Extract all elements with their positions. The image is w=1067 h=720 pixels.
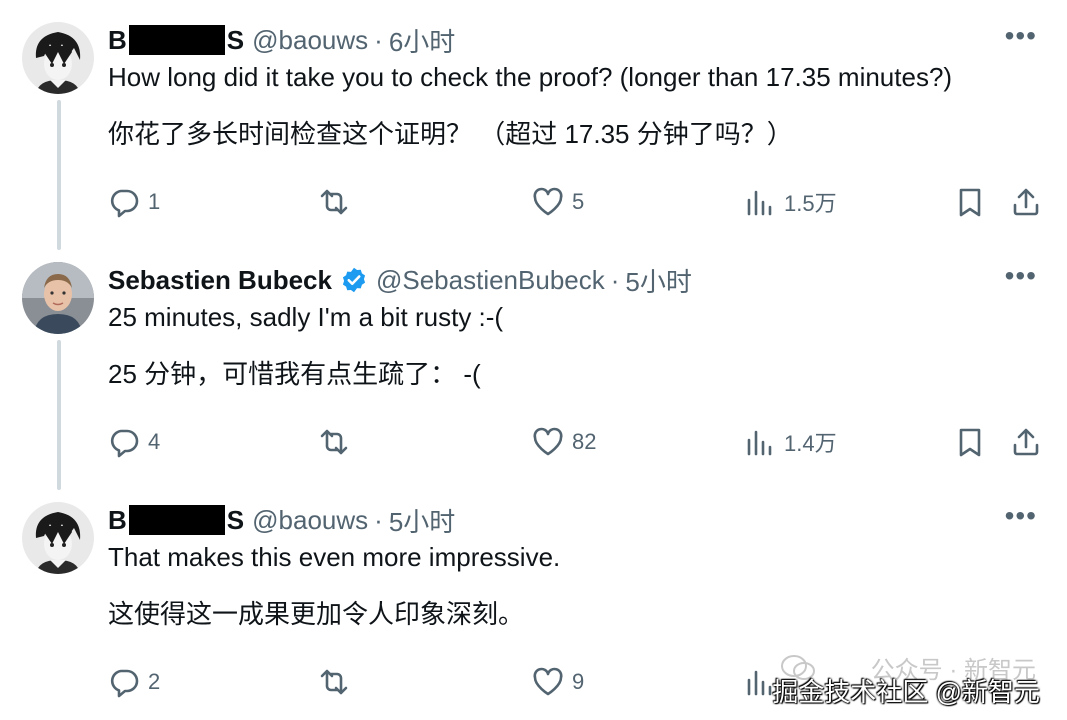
timestamp[interactable]: 5小时 xyxy=(389,502,455,539)
share-icon xyxy=(1013,188,1039,216)
author-name[interactable]: B S xyxy=(108,25,244,56)
author-handle[interactable]: @baouws xyxy=(252,25,368,56)
watermark-community: 掘金技术社区 @新智元 xyxy=(772,677,1040,707)
avatar[interactable] xyxy=(22,22,94,94)
reply-icon xyxy=(110,189,139,218)
view-count: 1.4万 xyxy=(784,431,837,456)
views-button[interactable]: 1.4万 xyxy=(744,420,837,464)
retweet-icon xyxy=(320,669,348,695)
separator-dot: · xyxy=(610,264,620,295)
author-name-start: B xyxy=(108,24,127,55)
redaction-bar xyxy=(128,505,225,535)
tweet-header: B S @baouws · 5小时 xyxy=(108,500,455,540)
like-button[interactable]: 9 xyxy=(532,660,584,704)
author-name-end: S xyxy=(226,504,245,535)
reply-icon xyxy=(110,669,139,698)
view-count: 1.5万 xyxy=(784,191,837,216)
reply-button[interactable]: 2 xyxy=(108,660,160,704)
reply-count: 4 xyxy=(148,429,161,454)
like-button[interactable]: 5 xyxy=(532,180,584,224)
tweet-text-translation: 你花了多长时间检查这个证明？ （超过 17.35 分钟了吗？） xyxy=(108,119,793,149)
views-chart-icon xyxy=(747,430,772,456)
tweet-text-translation: 25 分钟，可惜我有点生疏了： -( xyxy=(108,359,481,389)
heart-icon xyxy=(533,427,563,456)
author-name[interactable]: Sebastien Bubeck xyxy=(108,265,332,296)
more-options-icon[interactable]: ••• xyxy=(1005,502,1037,530)
share-icon xyxy=(1013,428,1039,456)
verified-badge-icon[interactable] xyxy=(340,266,368,294)
redaction-bar xyxy=(128,25,225,55)
bookmark-icon xyxy=(959,428,981,457)
retweet-button[interactable] xyxy=(318,420,350,464)
like-count: 82 xyxy=(572,429,597,454)
avatar[interactable] xyxy=(22,262,94,334)
more-options-icon[interactable]: ••• xyxy=(1005,262,1037,290)
bookmark-button[interactable] xyxy=(954,180,986,224)
reply-count: 2 xyxy=(148,669,161,694)
tweet[interactable]: B S @baouws · 6小时 ••• How long did it ta… xyxy=(0,0,1067,240)
reply-icon xyxy=(110,429,139,458)
retweet-icon xyxy=(320,189,348,215)
avatar[interactable] xyxy=(22,502,94,574)
reply-count: 1 xyxy=(148,189,161,214)
author-name[interactable]: B S xyxy=(108,505,244,536)
reply-button[interactable]: 1 xyxy=(108,180,160,224)
share-button[interactable] xyxy=(1010,180,1042,224)
timestamp[interactable]: 5小时 xyxy=(625,262,691,299)
bookmark-icon xyxy=(959,188,981,217)
separator-dot: · xyxy=(374,24,383,55)
like-count: 5 xyxy=(572,189,585,214)
retweet-icon xyxy=(320,429,348,455)
tweet-text: That makes this even more impressive. xyxy=(108,542,561,572)
tweet[interactable]: Sebastien Bubeck @SebastienBubeck · 5小时 … xyxy=(0,240,1067,480)
more-options-icon[interactable]: ••• xyxy=(1005,22,1037,50)
heart-icon xyxy=(533,187,563,216)
author-handle[interactable]: @SebastienBubeck xyxy=(376,265,605,296)
share-button[interactable] xyxy=(1010,420,1042,464)
watermark: 公众号 · 新智元 掘金技术社区 @新智元 xyxy=(760,648,1060,708)
views-chart-icon xyxy=(747,190,772,216)
retweet-button[interactable] xyxy=(318,660,350,704)
like-count: 9 xyxy=(572,669,585,694)
retweet-button[interactable] xyxy=(318,180,350,224)
separator-dot: · xyxy=(374,504,383,535)
tweet-text: 25 minutes, sadly I'm a bit rusty :-( xyxy=(108,302,504,332)
author-name-start: B xyxy=(108,504,127,535)
like-button[interactable]: 82 xyxy=(532,420,596,464)
tweet-text: How long did it take you to check the pr… xyxy=(108,62,953,92)
author-handle[interactable]: @baouws xyxy=(252,505,368,536)
action-bar: 1 5 1.5万 xyxy=(0,180,1067,224)
tweet-header: B S @baouws · 6小时 xyxy=(108,20,455,60)
timestamp[interactable]: 6小时 xyxy=(389,22,455,59)
tweet-text-translation: 这使得这一成果更加令人印象深刻。 xyxy=(108,599,525,629)
reply-button[interactable]: 4 xyxy=(108,420,160,464)
tweet-header: Sebastien Bubeck @SebastienBubeck · 5小时 xyxy=(108,260,692,300)
bookmark-button[interactable] xyxy=(954,420,986,464)
action-bar: 4 82 1.4万 xyxy=(0,420,1067,464)
author-name-end: S xyxy=(226,24,245,55)
heart-icon xyxy=(533,667,563,696)
views-button[interactable]: 1.5万 xyxy=(744,180,837,224)
